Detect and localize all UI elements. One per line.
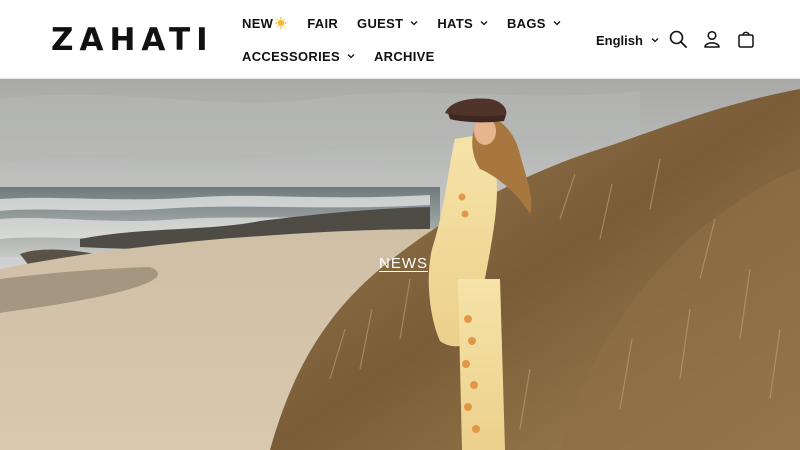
cart-icon[interactable] bbox=[736, 29, 756, 49]
language-label: English bbox=[596, 32, 643, 48]
language-selector[interactable]: English bbox=[596, 30, 659, 50]
chevron-down-icon bbox=[651, 38, 659, 43]
chevron-down-icon bbox=[480, 21, 488, 26]
nav-item-label: ARCHIVE bbox=[373, 48, 435, 64]
chevron-down-icon bbox=[347, 54, 355, 59]
chevron-down-icon bbox=[410, 21, 418, 26]
account-icon[interactable] bbox=[702, 29, 722, 49]
hero-banner[interactable]: NEWS bbox=[0, 79, 800, 450]
brand-logo[interactable]: ZAHATI bbox=[51, 22, 214, 58]
main-nav-row-2: ACCESSORIES ARCHIVE bbox=[242, 46, 454, 66]
nav-item-label: FAIR bbox=[307, 15, 339, 31]
search-icon[interactable] bbox=[668, 29, 688, 49]
chevron-down-icon bbox=[553, 21, 561, 26]
nav-item-label: ACCESSORIES bbox=[242, 48, 340, 64]
site-header: ZAHATI NEW FAIR GUEST HATS BAGS ACCESSOR… bbox=[0, 0, 800, 79]
nav-item-bags[interactable]: BAGS bbox=[507, 16, 561, 31]
nav-item-label: BAGS bbox=[506, 15, 546, 31]
nav-item-new[interactable]: NEW bbox=[242, 16, 288, 31]
nav-item-label: GUEST bbox=[357, 15, 404, 31]
sun-emoji-icon bbox=[274, 16, 288, 30]
nav-item-accessories[interactable]: ACCESSORIES bbox=[242, 49, 355, 64]
nav-item-label: NEW bbox=[242, 15, 274, 31]
news-link[interactable]: NEWS bbox=[379, 255, 428, 272]
nav-item-archive[interactable]: ARCHIVE bbox=[374, 49, 435, 64]
nav-item-hats[interactable]: HATS bbox=[437, 16, 488, 31]
main-nav-row-1: NEW FAIR GUEST HATS BAGS bbox=[242, 13, 580, 33]
nav-item-guest[interactable]: GUEST bbox=[357, 16, 418, 31]
nav-item-fair[interactable]: FAIR bbox=[307, 16, 338, 31]
nav-item-label: HATS bbox=[437, 15, 473, 31]
